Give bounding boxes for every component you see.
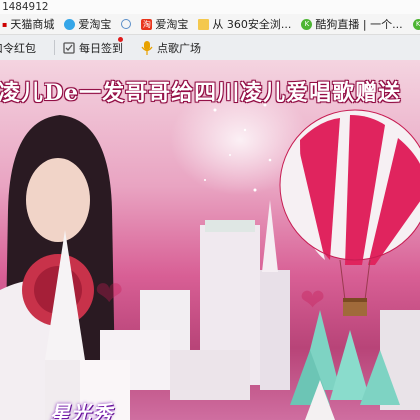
checkin-button[interactable]: 每日签到 <box>63 36 123 56</box>
bookmark-kugou-2[interactable]: K <box>412 18 420 30</box>
show-logo: 星光秀 <box>50 401 113 420</box>
live-stream-stage[interactable]: ❤ ❤ 凌儿De一发哥哥给四川凌儿爱唱歌赠送 星光秀 <box>0 60 420 420</box>
song-square-label: 点歌广场 <box>157 41 201 55</box>
address-text: 1484912 <box>2 0 49 13</box>
bookmark-label: 爱淘宝 <box>78 18 112 31</box>
svg-text:❤: ❤ <box>95 274 124 314</box>
bookmark-kugou[interactable]: K 酷狗直播 | 一个... <box>301 16 403 32</box>
bookmark-label: 天猫商城 <box>10 18 55 31</box>
svg-text:❤: ❤ <box>300 283 325 318</box>
taobao-icon <box>64 18 76 30</box>
bookmark-label: 从 360安全浏... <box>212 18 292 31</box>
checkin-icon <box>63 41 75 54</box>
address-bar[interactable]: 1484912 <box>0 0 420 14</box>
microphone-icon <box>141 40 153 55</box>
bookmark-taobao-2[interactable]: 淘 爱淘宝 <box>141 16 188 32</box>
kugou-icon: K <box>301 18 313 30</box>
bookmark-label: 酷狗直播 | 一个... <box>315 18 403 31</box>
bookmark-globe[interactable] <box>121 19 132 29</box>
redpacket-label: 口令红包 <box>0 41 36 55</box>
gift-banner: 凌儿De一发哥哥给四川凌儿爱唱歌赠送 <box>0 80 402 106</box>
bookmarks-bar: ▪ 天猫商城 爱淘宝 淘 爱淘宝 从 360安全浏... K 酷狗直播 | 一个… <box>0 14 420 35</box>
folder-icon <box>198 18 210 30</box>
tmall-icon: ▪ <box>2 19 8 29</box>
song-square-button[interactable]: 点歌广场 <box>141 40 201 56</box>
globe-icon <box>121 19 132 29</box>
taobao-icon: 淘 <box>141 18 153 30</box>
bookmark-taobao[interactable]: 爱淘宝 <box>64 16 111 32</box>
kugou-icon: K <box>412 18 420 30</box>
stage-scene: ❤ ❤ <box>0 85 420 420</box>
bookmark-folder-360[interactable]: 从 360安全浏... <box>198 16 291 32</box>
notification-dot <box>118 36 123 42</box>
room-toolbar: 口令红包 每日签到 点歌广场 <box>0 35 420 61</box>
bookmark-label: 爱淘宝 <box>155 18 189 31</box>
redpacket-button[interactable]: 口令红包 <box>0 40 36 56</box>
bookmark-tmall[interactable]: ▪ 天猫商城 <box>2 16 54 32</box>
checkin-label: 每日签到 <box>79 41 123 55</box>
divider <box>54 40 55 55</box>
